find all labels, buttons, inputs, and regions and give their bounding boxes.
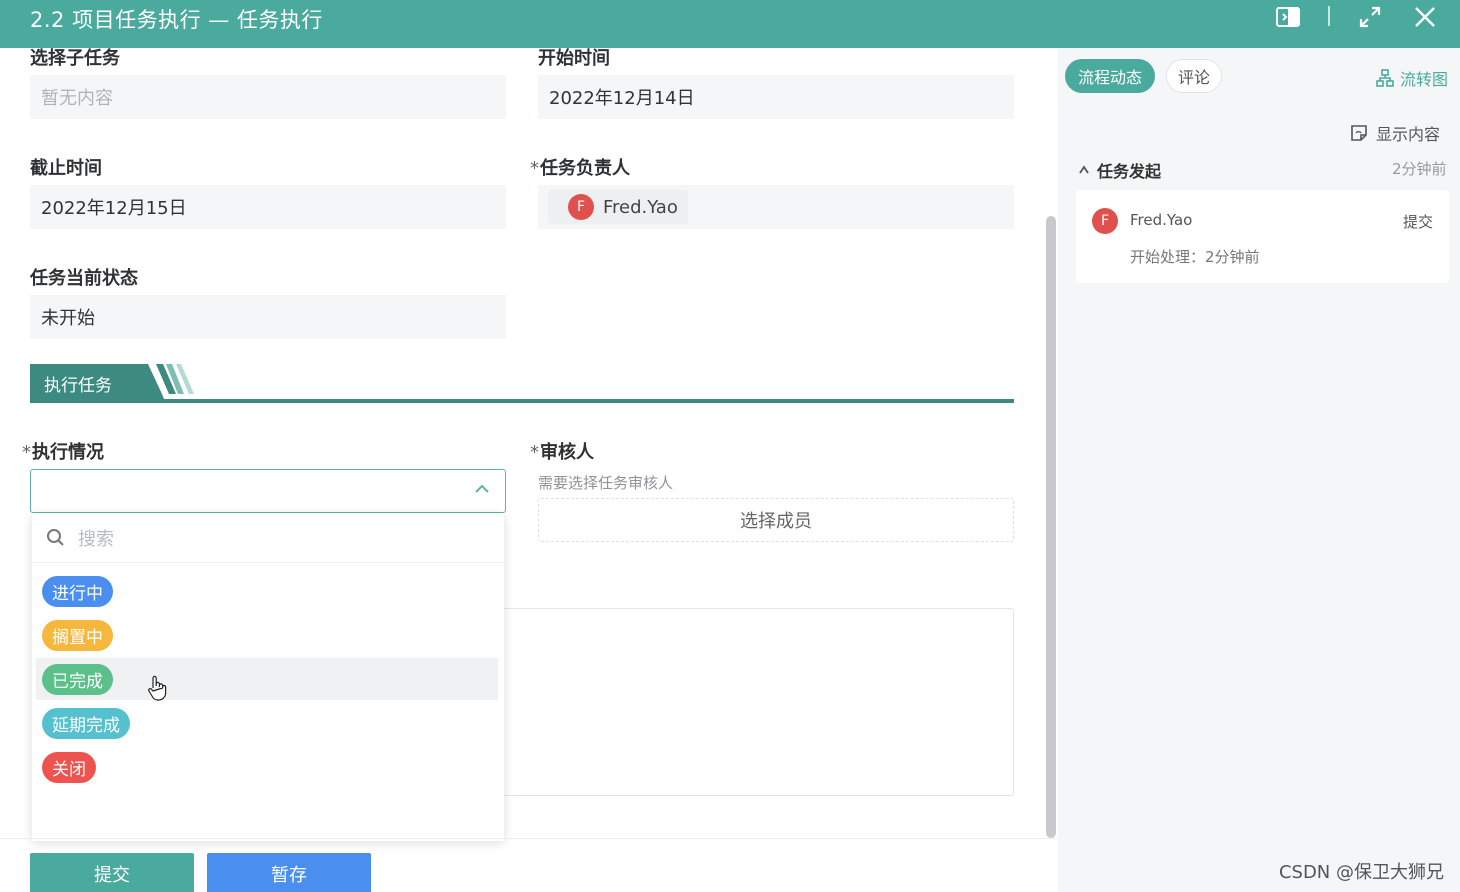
owner-label: *任务负责人 [530,154,630,180]
execution-select[interactable] [30,469,506,513]
reviewer-label: *审核人 [530,438,594,464]
activity-panel: 流程动态 评论 流转图 显示内容 任务发起 2分钟前 F Fred.Yao 提交… [1058,48,1460,892]
required-mark: * [530,158,539,179]
status-tag: 搁置中 [42,619,113,651]
option-delayed-completed[interactable]: 延期完成 [36,702,498,744]
section-stripes [136,364,194,399]
owner-label-text: 任务负责人 [540,158,630,179]
avatar: F [1092,208,1118,234]
status-tag: 关闭 [42,751,96,783]
show-content-toggle[interactable]: 显示内容 [1350,121,1440,145]
hand-cursor-icon [148,675,167,701]
option-completed[interactable]: 已完成 [36,658,498,701]
reviewer-hint: 需要选择任务审核人 [538,474,674,492]
group-time: 2分钟前 [1392,160,1447,178]
select-member-button[interactable]: 选择成员 [538,498,1014,542]
tab-comments[interactable]: 评论 [1166,59,1222,93]
start-time-label: 开始时间 [538,48,610,69]
draft-button[interactable]: 暂存 [207,853,371,892]
credit-watermark: CSDN @保卫大狮兄 [1278,862,1444,883]
footer-divider [0,838,1058,839]
show-content-label: 显示内容 [1376,125,1441,144]
dropdown-search[interactable]: 搜索 [32,513,504,563]
close-icon[interactable] [1410,0,1440,34]
owner-field[interactable]: F Fred.Yao [538,185,1014,229]
task-form: 选择子任务 暂无内容 开始时间 2022年12月14日 截止时间 2022年12… [0,48,1058,892]
required-mark: * [22,442,31,463]
caret-up-icon [1079,165,1089,174]
owner-chip[interactable]: F Fred.Yao [548,190,688,224]
option-closed[interactable]: 关闭 [36,746,498,788]
owner-name: Fred.Yao [603,196,678,218]
status-tag: 已完成 [42,663,113,695]
subtask-label: 选择子任务 [30,48,120,69]
avatar: F [568,194,594,220]
option-in-progress[interactable]: 进行中 [36,570,498,612]
status-tag: 进行中 [42,575,113,607]
status-label: 任务当前状态 [30,268,138,289]
start-time-field[interactable]: 2022年12月14日 [538,75,1014,119]
deadline-field[interactable]: 2022年12月15日 [30,185,506,229]
deadline-label: 截止时间 [30,158,102,179]
execution-notes-textarea[interactable] [504,608,1014,796]
entry-action: 提交 [1402,213,1433,231]
search-icon [47,528,64,546]
activity-entry: F Fred.Yao 提交 开始处理：2分钟前 [1076,190,1449,283]
entry-user: Fred.Yao [1130,211,1193,229]
note-icon [1351,125,1367,141]
scrollbar[interactable] [1046,216,1056,838]
section-title: 执行任务 [30,364,150,402]
reviewer-label-text: 审核人 [540,442,594,463]
execution-label: *执行情况 [22,438,104,464]
window-titlebar: 2.2 项目任务执行 — 任务执行 [0,0,1460,48]
status-tag: 延期完成 [42,707,130,739]
tab-flow-activity[interactable]: 流程动态 [1065,59,1155,93]
titlebar-divider [1328,6,1330,26]
submit-button[interactable]: 提交 [30,853,194,892]
search-input[interactable]: 搜索 [78,525,114,551]
window-title: 2.2 项目任务执行 — 任务执行 [30,8,323,32]
option-on-hold[interactable]: 搁置中 [36,614,498,656]
section-divider [30,399,1014,403]
chevron-up-icon[interactable] [473,480,491,502]
subtask-field[interactable]: 暂无内容 [30,75,506,119]
execution-dropdown: 搜索 进行中 搁置中 已完成 延期完成 关闭 [32,513,504,841]
sidebar-toggle-icon[interactable] [1274,0,1302,34]
maximize-icon[interactable] [1356,0,1384,34]
required-mark: * [530,442,539,463]
status-field: 未开始 [30,295,506,339]
group-title: 任务发起 [1097,162,1162,181]
flowchart-link[interactable]: 流转图 [1376,66,1448,90]
execution-label-text: 执行情况 [32,442,104,463]
entry-detail: 开始处理：2分钟前 [1130,248,1260,266]
group-header[interactable]: 任务发起 [1078,158,1161,182]
flowchart-label: 流转图 [1400,70,1449,89]
flowchart-icon [1376,69,1394,87]
